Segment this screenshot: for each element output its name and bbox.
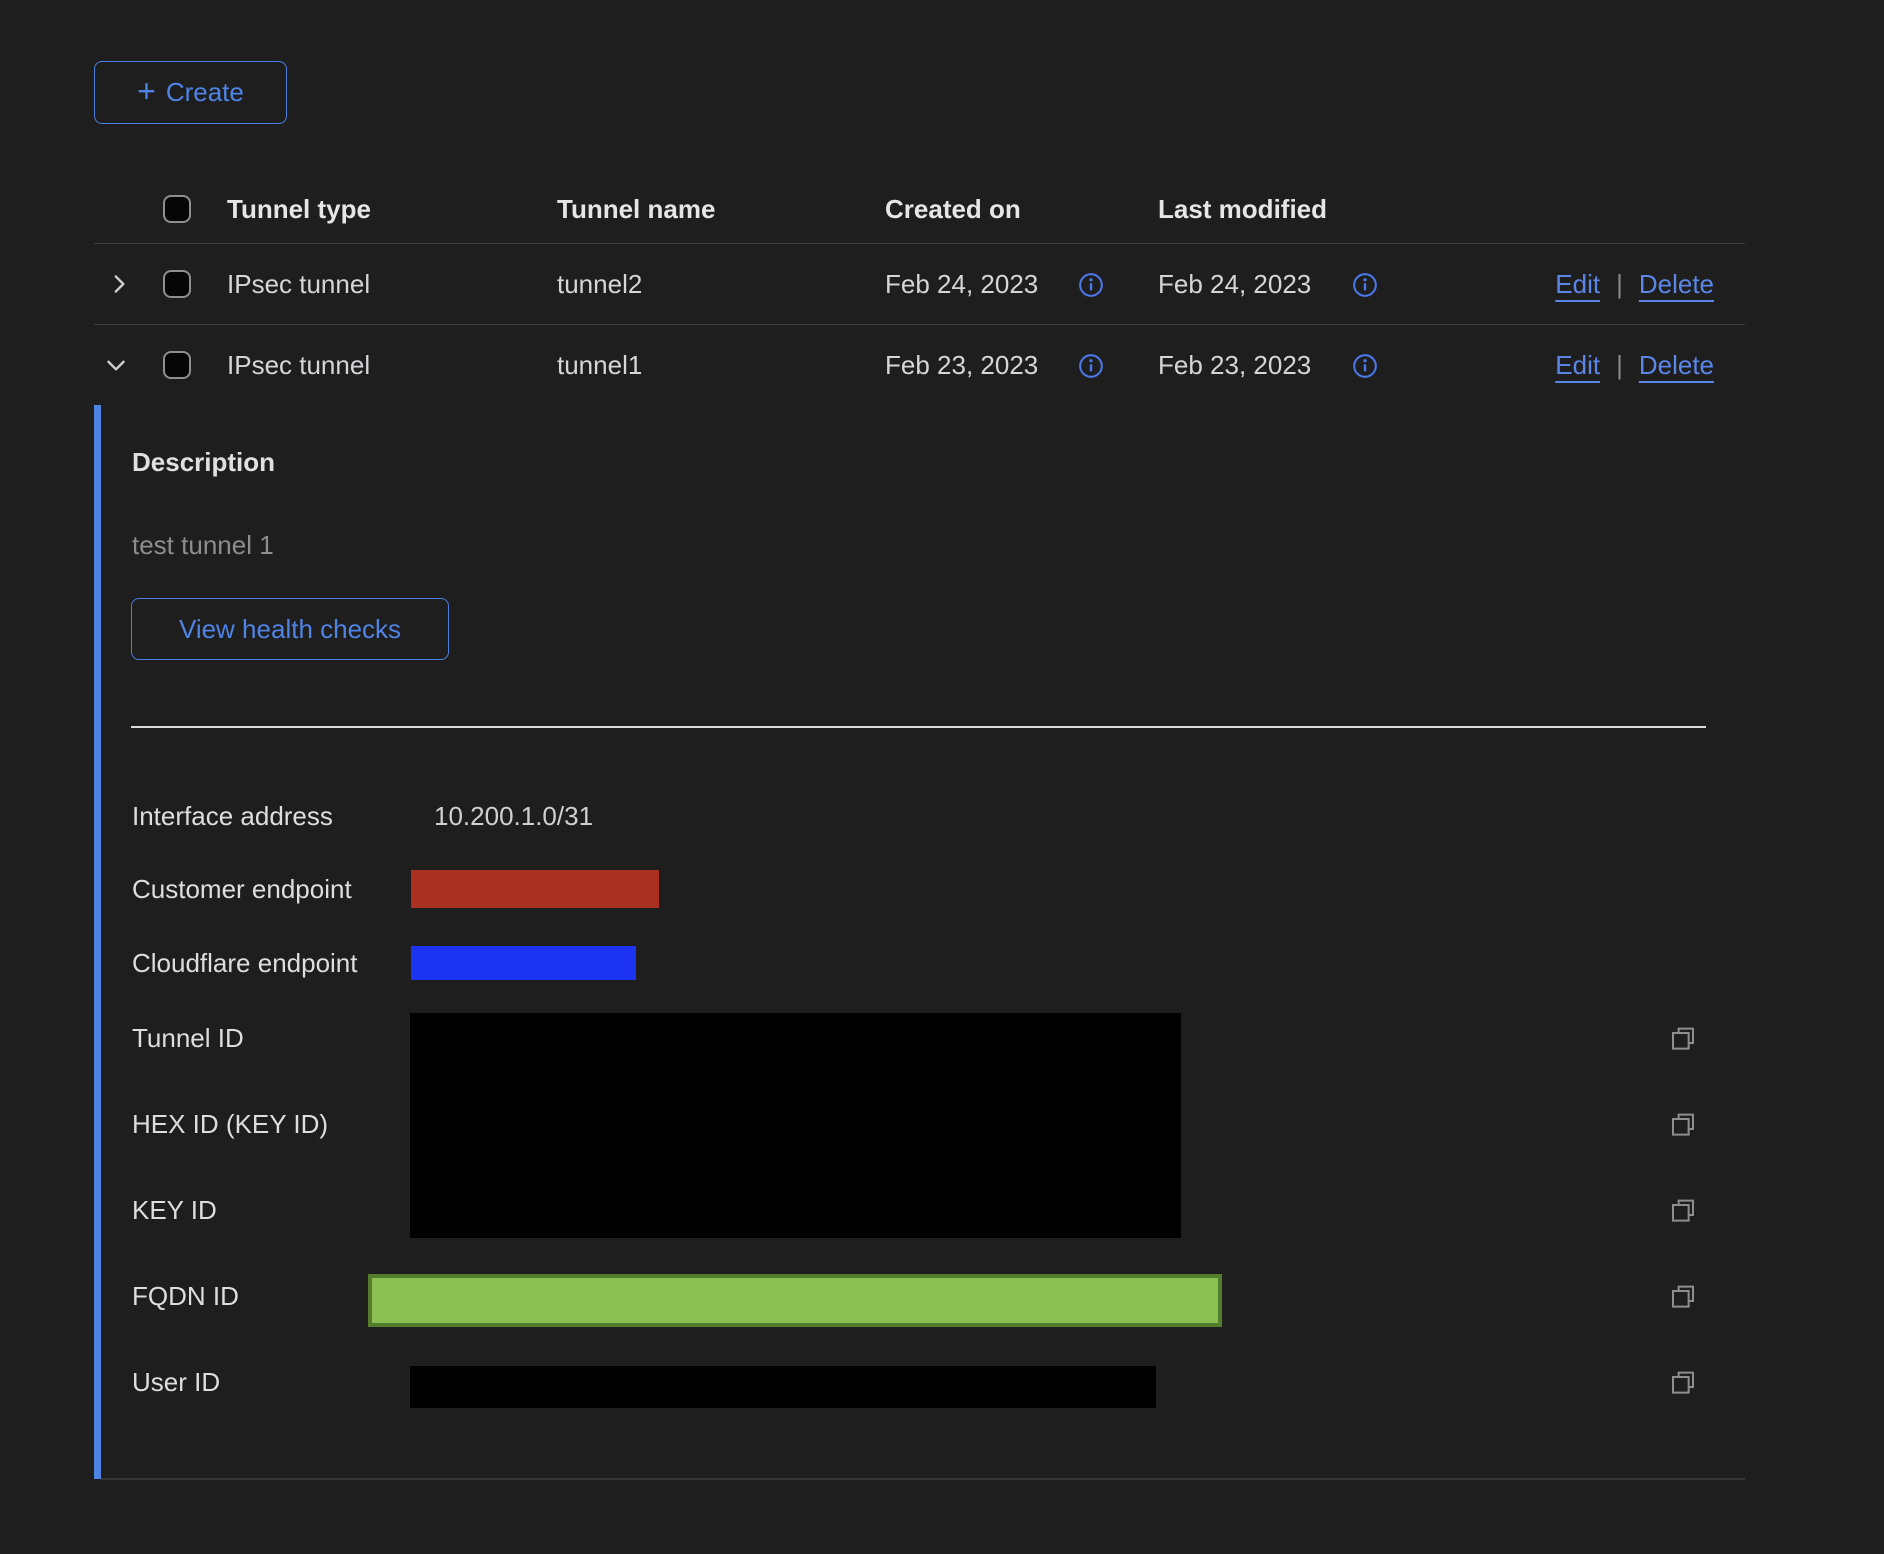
cell-tunnel-type: IPsec tunnel [227, 267, 370, 301]
copy-icon[interactable] [1668, 1367, 1698, 1397]
row-actions: Edit | Delete [1555, 348, 1714, 382]
row-checkbox[interactable] [163, 351, 191, 379]
column-header-last-modified: Last modified [1158, 192, 1327, 226]
cell-last-modified: Feb 23, 2023 [1158, 348, 1311, 382]
copy-icon[interactable] [1668, 1195, 1698, 1225]
cell-tunnel-name: tunnel1 [557, 348, 642, 382]
row-checkbox[interactable] [163, 270, 191, 298]
row-divider [94, 324, 1745, 325]
customer-endpoint-redacted-value [411, 870, 659, 908]
customer-endpoint-label: Customer endpoint [132, 872, 352, 906]
cell-tunnel-name: tunnel2 [557, 267, 642, 301]
edit-link[interactable]: Edit [1555, 348, 1600, 382]
description-value: test tunnel 1 [132, 528, 274, 562]
row-expand-chevron-right-icon[interactable] [106, 271, 132, 297]
column-header-tunnel-type: Tunnel type [227, 192, 371, 226]
cell-last-modified: Feb 24, 2023 [1158, 267, 1311, 301]
description-heading: Description [132, 445, 275, 479]
expanded-row-accent-bar [94, 405, 101, 1479]
fqdn-id-redacted-value [368, 1274, 1222, 1327]
edit-link[interactable]: Edit [1555, 267, 1600, 301]
column-header-tunnel-name: Tunnel name [557, 192, 715, 226]
panel-bottom-divider [101, 1478, 1745, 1480]
tunnel-id-label: Tunnel ID [132, 1021, 244, 1055]
info-icon[interactable] [1078, 272, 1104, 298]
cell-created-on: Feb 23, 2023 [885, 348, 1038, 382]
cloudflare-endpoint-label: Cloudflare endpoint [132, 946, 358, 980]
column-header-created-on: Created on [885, 192, 1021, 226]
delete-link[interactable]: Delete [1639, 348, 1714, 382]
actions-separator: | [1616, 348, 1623, 382]
header-divider [94, 243, 1745, 244]
delete-link[interactable]: Delete [1639, 267, 1714, 301]
plus-icon: + [137, 75, 156, 107]
info-icon[interactable] [1352, 272, 1378, 298]
actions-separator: | [1616, 267, 1623, 301]
row-collapse-chevron-down-icon[interactable] [103, 352, 129, 378]
info-icon[interactable] [1352, 353, 1378, 379]
copy-icon[interactable] [1668, 1281, 1698, 1311]
select-all-checkbox[interactable] [163, 195, 191, 223]
interface-address-value: 10.200.1.0/31 [434, 799, 593, 833]
row-actions: Edit | Delete [1555, 267, 1714, 301]
info-icon[interactable] [1078, 353, 1104, 379]
copy-icon[interactable] [1668, 1023, 1698, 1053]
user-id-label: User ID [132, 1365, 220, 1399]
cloudflare-endpoint-redacted-value [411, 946, 636, 980]
tunnel-id-redacted-value [410, 1013, 1181, 1238]
panel-divider [131, 726, 1706, 728]
interface-address-label: Interface address [132, 799, 333, 833]
user-id-redacted-value [410, 1366, 1156, 1408]
fqdn-id-label: FQDN ID [132, 1279, 239, 1313]
create-button[interactable]: + Create [94, 61, 287, 124]
hex-id-label: HEX ID (KEY ID) [132, 1107, 328, 1141]
copy-icon[interactable] [1668, 1109, 1698, 1139]
cell-tunnel-type: IPsec tunnel [227, 348, 370, 382]
cell-created-on: Feb 24, 2023 [885, 267, 1038, 301]
create-button-label: Create [166, 77, 244, 108]
key-id-label: KEY ID [132, 1193, 217, 1227]
view-health-checks-button[interactable]: View health checks [131, 598, 449, 660]
